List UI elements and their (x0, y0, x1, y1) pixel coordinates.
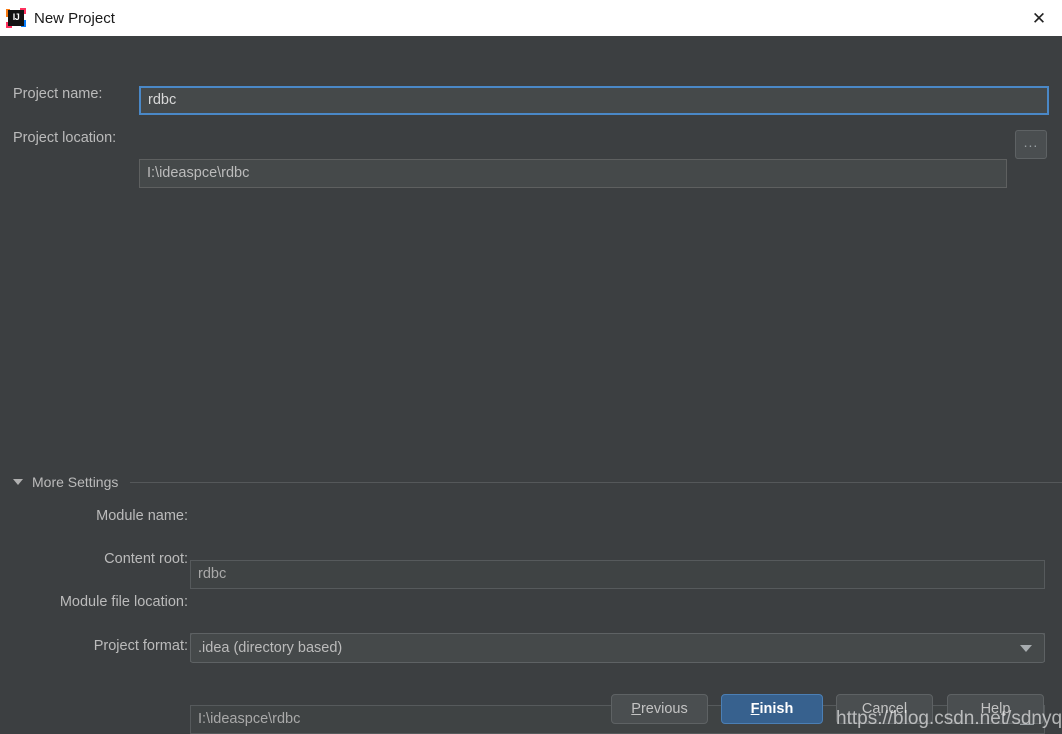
module-name-row: Module name: (38, 508, 188, 524)
more-settings-section-header[interactable]: More Settings (13, 474, 1062, 490)
previous-button-label: Previous (631, 701, 687, 717)
help-button[interactable]: Help (947, 694, 1044, 724)
finish-button-label: Finish (751, 701, 794, 717)
project-location-input[interactable]: I:\ideaspce\rdbc (139, 159, 1007, 188)
project-location-label: Project location: (13, 130, 139, 146)
project-name-row: Project name: (13, 86, 139, 102)
help-button-label: Help (981, 701, 1011, 717)
cancel-button[interactable]: Cancel (836, 694, 933, 724)
ellipsis-icon: ... (1024, 138, 1039, 146)
content-root-row: Content root: (38, 551, 188, 567)
previous-button[interactable]: Previous (611, 694, 708, 724)
project-name-input[interactable]: rdbc (139, 86, 1049, 115)
window-title: New Project (34, 10, 115, 27)
module-name-label: Module name: (96, 508, 188, 524)
project-location-row: Project location: (13, 130, 139, 146)
section-divider (130, 482, 1062, 483)
module-file-location-value: I:\ideaspce\rdbc (198, 711, 300, 727)
triangle-down-icon (13, 479, 23, 485)
cancel-button-label: Cancel (862, 701, 907, 717)
chevron-down-icon[interactable] (1020, 645, 1032, 652)
project-format-row: Project format: (38, 638, 188, 654)
project-name-label: Project name: (13, 86, 139, 102)
more-settings-label: More Settings (32, 474, 118, 490)
close-icon[interactable]: ✕ (1016, 0, 1062, 36)
intellij-idea-logo-icon: IJ (6, 8, 26, 28)
browse-project-location-button[interactable]: ... (1015, 130, 1047, 159)
finish-button[interactable]: Finish (721, 694, 823, 724)
project-format-label: Project format: (94, 638, 188, 654)
module-file-location-row: Module file location: (38, 594, 188, 610)
window-titlebar: IJ New Project ✕ (0, 0, 1062, 36)
module-name-input[interactable]: rdbc (190, 560, 1045, 589)
module-file-location-label: Module file location: (60, 594, 188, 610)
new-project-dialog: Project name: rdbc Project location: I:\… (0, 36, 1062, 700)
project-format-dropdown[interactable]: .idea (directory based) (190, 633, 1045, 663)
project-format-value: .idea (directory based) (198, 640, 342, 656)
content-root-label: Content root: (104, 551, 188, 567)
